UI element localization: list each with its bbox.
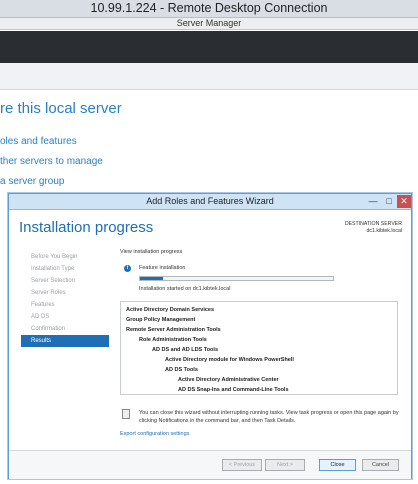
wizard-title: Add Roles and Features Wizard bbox=[146, 196, 274, 206]
feature-item: AD DS Tools bbox=[165, 367, 198, 373]
minimize-button[interactable]: — bbox=[365, 195, 381, 208]
feature-installation-label: Feature installation bbox=[139, 265, 186, 271]
installation-progress-bar bbox=[139, 276, 334, 281]
feature-item: Role Administration Tools bbox=[139, 337, 207, 343]
wizard-nav: Before You Begin Installation Type Serve… bbox=[21, 249, 109, 347]
server-manager-nav-band bbox=[0, 31, 418, 63]
feature-item: Group Policy Management bbox=[126, 317, 196, 323]
add-roles-link[interactable]: oles and features bbox=[0, 136, 77, 147]
nav-item-before-you-begin[interactable]: Before You Begin bbox=[21, 251, 109, 263]
add-servers-link[interactable]: ther servers to manage bbox=[0, 156, 103, 167]
destination-server-label: DESTINATION SERVER bbox=[344, 221, 402, 227]
maximize-button[interactable]: □ bbox=[381, 195, 397, 208]
feature-item: Remote Server Administration Tools bbox=[126, 327, 221, 333]
close-wizard-note: You can close this wizard without interr… bbox=[139, 410, 399, 424]
wizard-content: View installation progress i Feature ins… bbox=[120, 249, 404, 449]
nav-item-features[interactable]: Features bbox=[21, 299, 109, 311]
nav-item-server-selection[interactable]: Server Selection bbox=[21, 275, 109, 287]
server-manager-toolbar-strip bbox=[0, 63, 418, 90]
feature-item: AD DS Snap-Ins and Command-Line Tools bbox=[178, 387, 289, 393]
previous-button[interactable]: < Previous bbox=[222, 459, 262, 471]
page-title: Installation progress bbox=[19, 219, 154, 236]
rdc-title: 10.99.1.224 - Remote Desktop Connection bbox=[90, 1, 328, 15]
nav-item-installation-type[interactable]: Installation Type bbox=[21, 263, 109, 275]
wizard-header: Installation progress DESTINATION SERVER… bbox=[9, 211, 411, 249]
wizard-window: Add Roles and Features Wizard — □ ✕ Inst… bbox=[8, 193, 412, 479]
destination-server-name: dc1.kibtek.local bbox=[366, 228, 402, 234]
info-icon: i bbox=[124, 265, 131, 272]
notification-flag-icon bbox=[122, 409, 130, 419]
feature-item: Active Directory Administrative Center bbox=[178, 377, 279, 383]
feature-item: Active Directory Domain Services bbox=[126, 307, 215, 313]
wizard-footer: < Previous Next > Close Cancel bbox=[9, 450, 411, 479]
nav-item-ad-ds[interactable]: AD DS bbox=[21, 311, 109, 323]
feature-item: Active Directory module for Windows Powe… bbox=[165, 357, 294, 363]
wizard-title-bar[interactable]: Add Roles and Features Wizard — □ ✕ bbox=[9, 194, 411, 210]
nav-item-results[interactable]: Results bbox=[21, 335, 109, 347]
progress-fill bbox=[140, 277, 164, 280]
cancel-button[interactable]: Cancel bbox=[362, 459, 399, 471]
close-button[interactable]: Close bbox=[319, 459, 356, 471]
features-list: Active Directory Domain Services Group P… bbox=[120, 301, 398, 395]
nav-item-confirmation[interactable]: Confirmation bbox=[21, 323, 109, 335]
server-manager-heading: re this local server bbox=[0, 100, 122, 117]
create-server-group-link[interactable]: a server group bbox=[0, 176, 64, 187]
export-configuration-link[interactable]: Export configuration settings bbox=[120, 431, 189, 437]
server-manager-title-bar: Server Manager bbox=[0, 18, 418, 30]
feature-item: AD DS and AD LDS Tools bbox=[152, 347, 218, 353]
nav-item-server-roles[interactable]: Server Roles bbox=[21, 287, 109, 299]
close-window-button[interactable]: ✕ bbox=[397, 195, 411, 208]
rdc-title-bar: 10.99.1.224 - Remote Desktop Connection bbox=[0, 0, 418, 18]
view-progress-label: View installation progress bbox=[120, 249, 183, 255]
server-manager-title: Server Manager bbox=[176, 18, 242, 28]
installation-started-text: Installation started on dc1.kibtek.local bbox=[139, 286, 231, 292]
next-button[interactable]: Next > bbox=[265, 459, 305, 471]
